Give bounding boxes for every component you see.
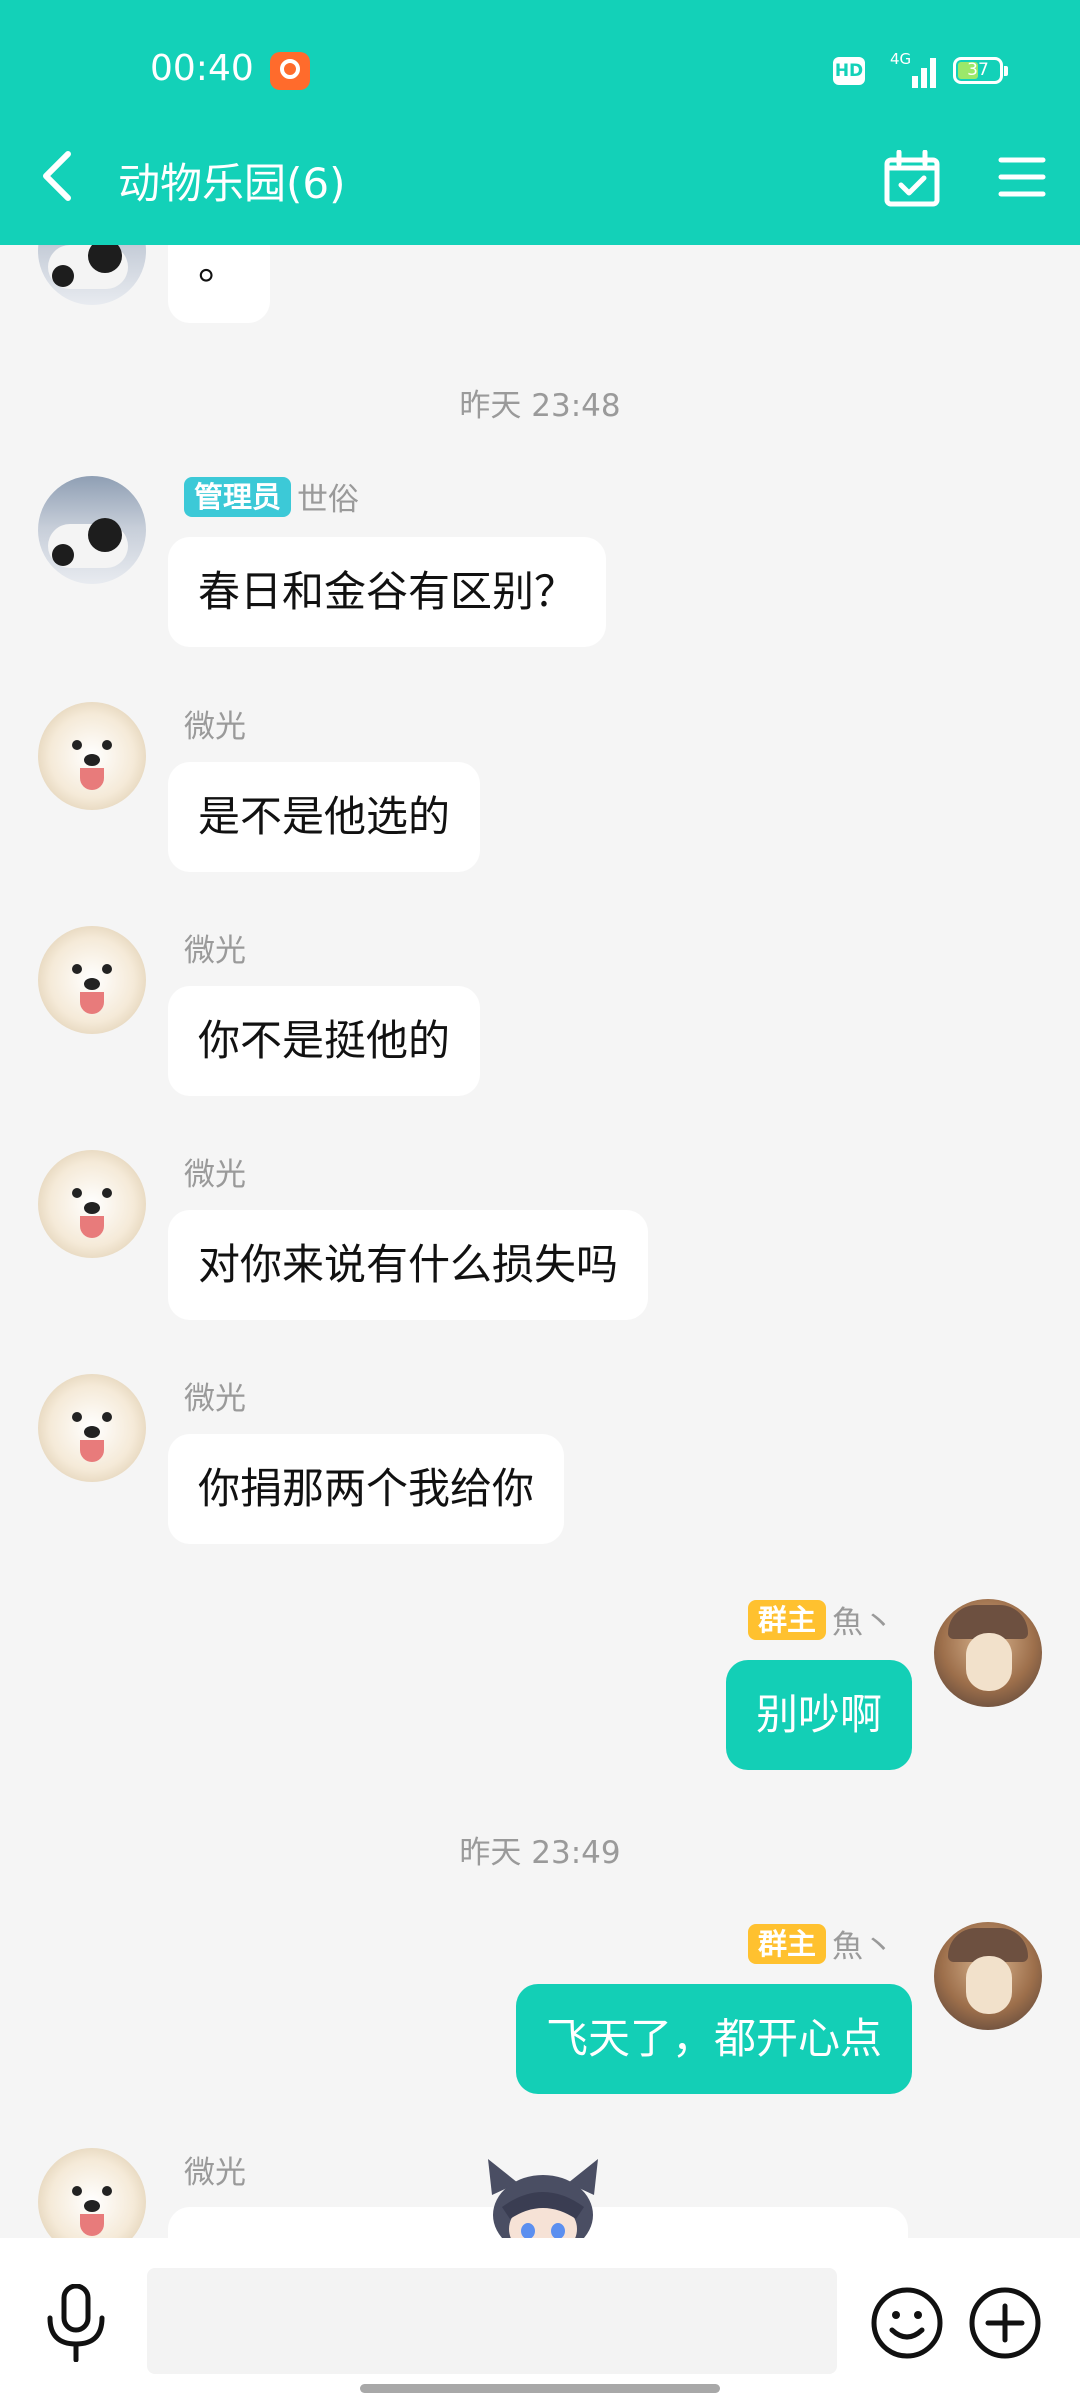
message-list[interactable]: 。 昨天 23:48 管理员 世俗 春日和金谷有区别？ 微光 是不是他选的 微光 … <box>0 245 1080 2238</box>
sender-name: 微光 <box>184 1157 246 1193</box>
sender-label: 群主 魚丶 <box>747 1921 894 1966</box>
avatar[interactable] <box>934 1599 1042 1707</box>
message-bubble[interactable]: 是不是他选的 <box>168 762 481 872</box>
owner-badge: 群主 <box>747 1599 826 1640</box>
message-bubble[interactable]: 别吵啊 <box>725 1660 912 1770</box>
timestamp: 昨天 23:49 <box>459 1835 621 1871</box>
avatar[interactable] <box>38 1150 146 1258</box>
status-time: 00:40 <box>150 48 254 89</box>
avatar[interactable] <box>38 2148 146 2238</box>
hd-indicator: HD <box>833 57 865 85</box>
microphone-icon[interactable] <box>42 2284 110 2362</box>
avatar[interactable] <box>934 1922 1042 2030</box>
notification-app-icon <box>270 52 310 90</box>
message-bubble[interactable]: 飞天了，都开心点 <box>515 1984 912 2094</box>
smiley-icon[interactable] <box>870 2286 944 2360</box>
anime-cat-ear-boy-sticker[interactable] <box>478 2157 608 2238</box>
avatar[interactable] <box>38 702 146 810</box>
battery-icon: 37 <box>953 57 1008 84</box>
admin-badge: 管理员 <box>184 476 292 517</box>
sender-name: 世俗 <box>297 482 360 518</box>
signal-icon: 4G <box>890 50 938 88</box>
timestamp: 昨天 23:48 <box>459 388 621 424</box>
message-bubble[interactable]: 春日和金谷有区别？ <box>168 537 607 647</box>
network-type: 4G <box>890 50 912 68</box>
chevron-left-icon[interactable] <box>38 148 76 204</box>
sender-label: 管理员 世俗 <box>184 474 359 519</box>
sender-name: 微光 <box>184 709 246 745</box>
battery-level: 37 <box>967 60 989 80</box>
message-input[interactable] <box>147 2268 837 2374</box>
sender-name: 魚丶 <box>832 1605 894 1641</box>
chat-title: 动物乐园(6) <box>118 159 346 208</box>
plus-circle-icon[interactable] <box>968 2286 1042 2360</box>
avatar[interactable] <box>38 476 146 584</box>
top-bar: 00:40 HD 4G 37 动物乐园(6) <box>0 0 1080 245</box>
avatar[interactable] <box>38 926 146 1034</box>
home-indicator[interactable] <box>360 2384 720 2393</box>
hamburger-menu-icon[interactable] <box>998 154 1046 200</box>
avatar[interactable] <box>38 1374 146 1482</box>
calendar-check-icon[interactable] <box>883 150 941 208</box>
input-bar <box>0 2238 1080 2400</box>
sender-name: 魚丶 <box>832 1929 894 1965</box>
avatar[interactable] <box>38 245 146 305</box>
sender-name: 微光 <box>184 1381 246 1417</box>
sender-label: 群主 魚丶 <box>747 1597 894 1642</box>
sender-name: 微光 <box>184 2155 246 2191</box>
owner-badge: 群主 <box>747 1923 826 1964</box>
message-bubble[interactable]: 。 <box>168 245 271 323</box>
sender-name: 微光 <box>184 933 246 969</box>
message-bubble[interactable]: 你不是挺他的 <box>168 986 481 1096</box>
message-bubble[interactable]: 你捐那两个我给你 <box>168 1434 565 1544</box>
message-bubble[interactable]: 对你来说有什么损失吗 <box>168 1210 649 1320</box>
